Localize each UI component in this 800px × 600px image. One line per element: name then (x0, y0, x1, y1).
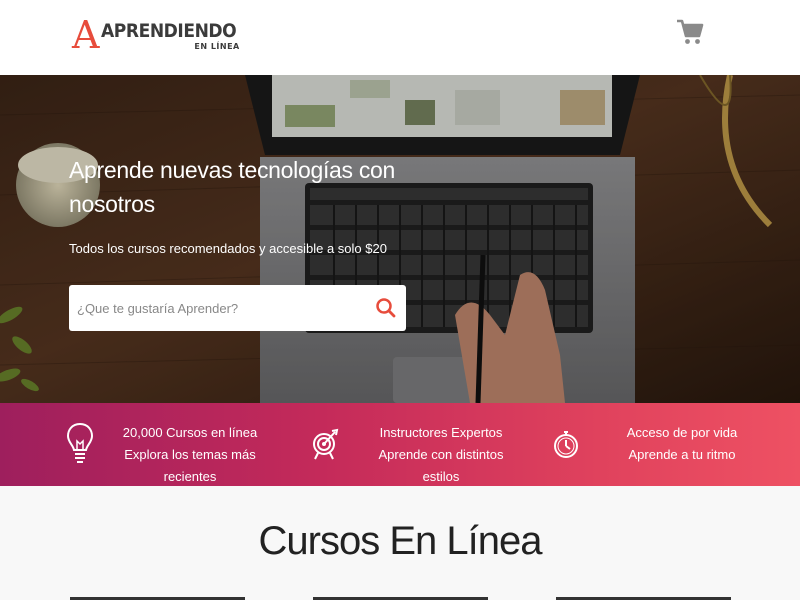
search-icon[interactable] (374, 296, 398, 320)
features-bar: 20,000 Cursos en línea Explora los temas… (0, 403, 800, 486)
logo[interactable]: A APRENDIENDO EN LÍNEA (72, 16, 252, 54)
shopping-cart-icon[interactable] (676, 18, 704, 46)
site-header: A APRENDIENDO EN LÍNEA (0, 0, 800, 75)
logo-subtitle: EN LÍNEA (194, 42, 240, 51)
logo-words: APRENDIENDO EN LÍNEA (101, 16, 251, 51)
feature-courses-text: 20,000 Cursos en línea Explora los temas… (110, 422, 270, 488)
feature-instructors: Instructores Expertos Aprende con distin… (266, 403, 532, 486)
section-title: Cursos En Línea (258, 519, 543, 563)
feature-access-title: Acceso de por vida (626, 425, 738, 440)
feature-access-desc: Aprende a tu ritmo (628, 447, 736, 462)
search-box (69, 285, 406, 331)
feature-instructors-title: Instructores Expertos (379, 425, 503, 440)
courses-section: Cursos En Línea (0, 486, 800, 600)
feature-courses: 20,000 Cursos en línea Explora los temas… (0, 403, 266, 486)
lightbulb-icon (65, 421, 95, 465)
clock-icon (552, 429, 580, 461)
target-icon (310, 427, 340, 461)
feature-access: Acceso de por vida Aprende a tu ritmo (532, 403, 798, 486)
hero-content: Aprende nuevas tecnologías con nosotros … (69, 153, 409, 256)
logo-letter: A (72, 13, 100, 57)
feature-access-text: Acceso de por vida Aprende a tu ritmo (602, 422, 762, 466)
hero-subtitle: Todos los cursos recomendados y accesibl… (69, 241, 387, 256)
search-input[interactable] (69, 285, 359, 331)
feature-courses-title: 20,000 Cursos en línea (122, 425, 258, 440)
hero-banner: Aprende nuevas tecnologías con nosotros … (0, 75, 800, 403)
feature-instructors-desc: Aprende con distintos estilos (378, 447, 504, 484)
feature-instructors-text: Instructores Expertos Aprende con distin… (361, 422, 521, 488)
feature-courses-desc: Explora los temas más recientes (124, 447, 256, 484)
hero-title: Aprende nuevas tecnologías con nosotros (69, 157, 396, 217)
logo-title: APRENDIENDO (101, 20, 237, 42)
